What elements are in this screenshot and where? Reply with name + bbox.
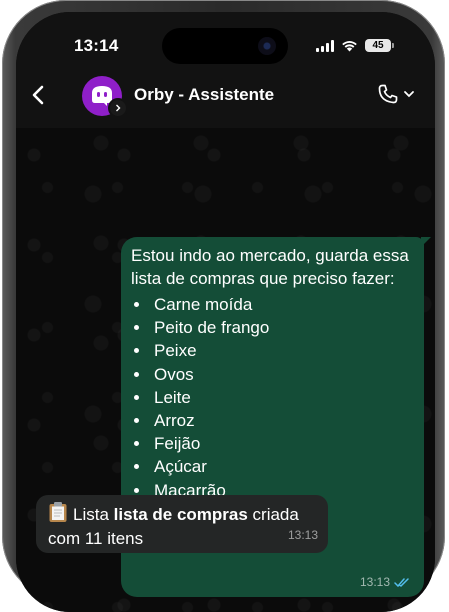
outgoing-meta: 13:13 [360,575,410,589]
phone-icon [378,84,398,104]
contact-name[interactable]: Orby - Assistente [134,85,274,105]
outgoing-time: 13:13 [359,575,390,589]
dynamic-island [162,28,288,64]
incoming-message-bubble[interactable]: Lista lista de compras criada com 11 ite… [36,495,328,553]
incoming-prefix: Lista [73,505,114,524]
phone-frame: 13:14 45 Orby - Assistente Estou indo ao… [2,0,445,612]
double-check-icon [394,577,409,587]
list-item: Arroz [151,409,414,432]
list-item: Leite [151,386,414,409]
list-item: Feijão [151,432,414,455]
phone-screen: 13:14 45 Orby - Assistente Estou indo ao… [16,12,435,612]
list-item: Ovos [151,363,414,386]
clipboard-icon [49,502,67,522]
camera-icon [258,37,276,55]
list-item: Peixe [151,339,414,362]
incoming-list-name: lista de compras [113,505,248,524]
back-arrow-icon[interactable] [28,84,50,106]
battery-icon: 45 [365,39,394,52]
wifi-icon [342,40,357,51]
list-item: Peito de frango [151,316,414,339]
bot-badge-icon [108,98,128,118]
signal-icon [316,39,334,52]
list-item: Açúcar [151,455,414,478]
incoming-time: 13:13 [287,528,318,542]
outgoing-message-text: Estou indo ao mercado, guarda essa lista… [131,246,409,288]
list-item: Carne moída [151,293,414,316]
chevron-down-icon [404,91,414,98]
call-button[interactable] [376,82,415,106]
status-time: 13:14 [74,36,119,55]
status-icons: 45 [316,39,394,52]
chat-header: 13:14 45 Orby - Assistente [16,12,435,128]
